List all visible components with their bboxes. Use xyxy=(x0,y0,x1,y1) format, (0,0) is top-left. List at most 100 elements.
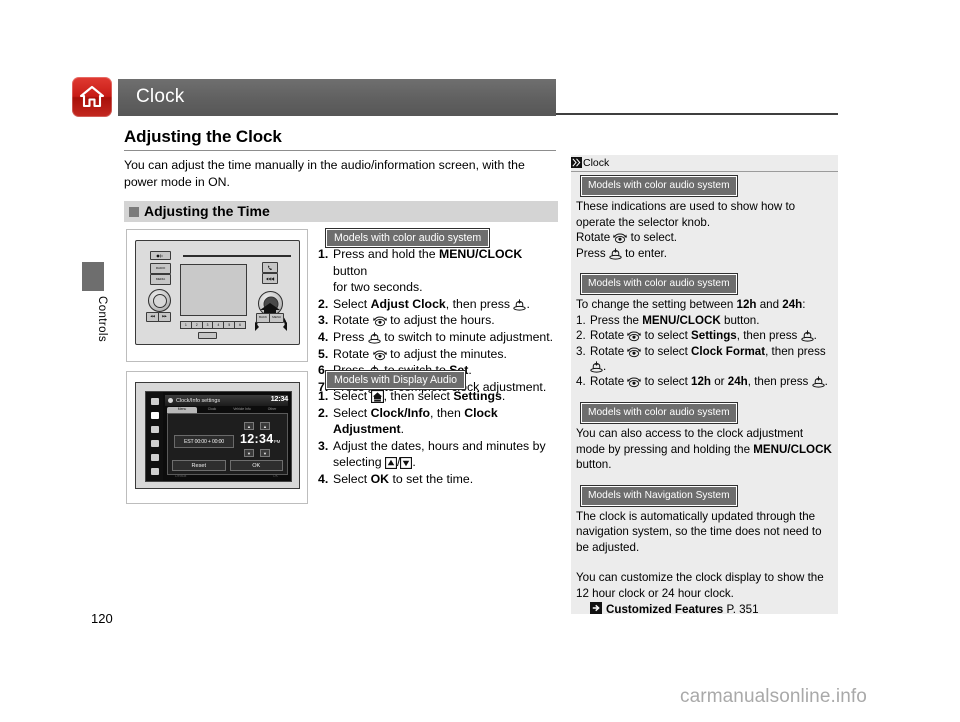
sidebar-paragraph: These indications are used to show how t… xyxy=(576,200,796,229)
menu-clock-button: MENU xyxy=(269,313,284,323)
display-audio-titlebar: Clock/Info settings xyxy=(165,395,288,406)
step-text: Rotate to select 12h or 24h, then press … xyxy=(590,375,828,389)
sidebar-paragraph: To change the setting between 12h and 24… xyxy=(576,298,806,312)
time-display: 12:34 xyxy=(240,432,274,446)
step-item: 4. Press to switch to minute adjustment. xyxy=(318,329,558,346)
display-audio-screen: Clock/Info settings 12:34 Menu Clock Veh… xyxy=(145,391,292,482)
press-knob-icon xyxy=(590,361,603,373)
step-item: 2. Select Clock/Info, then Clock xyxy=(318,405,558,422)
model-tag-color-audio: Models with color audio system xyxy=(326,229,490,247)
title-rule xyxy=(124,150,556,151)
step-number: 5. xyxy=(318,346,329,361)
step-text: Rotate to adjust the minutes. xyxy=(333,346,507,361)
step-text: Press and hold the MENU/CLOCK button xyxy=(333,247,523,278)
step-text: Select , then select Settings. xyxy=(333,389,506,403)
track-button xyxy=(262,273,278,284)
sidebar-paragraph: You can also access to the clock adjustm… xyxy=(576,427,832,472)
step-item: 3. Rotate to adjust the hours. xyxy=(318,312,558,329)
back-button: BACK xyxy=(256,313,270,323)
rotate-knob-icon xyxy=(627,347,642,357)
step-number: 1. xyxy=(318,247,329,261)
phone-button xyxy=(262,262,278,273)
step-number: 3. xyxy=(318,313,329,328)
sidebar-content: Models with color audio system These ind… xyxy=(576,176,834,630)
step-text-continuation: for two seconds. xyxy=(333,280,423,295)
page-number: 120 xyxy=(91,611,113,626)
cross-reference[interactable]: Customized Features P. 351 xyxy=(590,601,834,617)
display-audio-icon-strip xyxy=(146,392,163,481)
sidebar-step: 3. Rotate to select Clock Format, then p… xyxy=(576,344,834,375)
section-tab-marker xyxy=(82,262,104,291)
volume-icon xyxy=(150,426,159,434)
subsection-heading-label: Adjusting the Time xyxy=(144,203,270,219)
press-knob-icon xyxy=(811,376,825,389)
underbar-default-label: Default xyxy=(175,474,187,478)
chapter-title: Clock xyxy=(136,86,185,107)
rotate-knob-icon xyxy=(627,378,642,388)
step-number: 3. xyxy=(576,344,586,358)
time-ampm: PM xyxy=(274,439,281,444)
step-text: Rotate to select Settings, then press . xyxy=(590,329,817,343)
model-tag-display-audio: Models with Display Audio xyxy=(326,371,466,389)
step-text: Press to switch to minute adjustment. xyxy=(333,329,554,344)
sidebar-block: Models with color audio system These ind… xyxy=(576,176,834,261)
minute-down-arrow-icon: ▼ xyxy=(260,449,270,457)
jump-arrow-icon xyxy=(590,601,602,614)
up-arrow-icon xyxy=(384,457,397,470)
home-icon xyxy=(150,412,159,420)
sidebar-paragraph: Rotate to select. xyxy=(576,231,678,245)
sidebar-header-title: Clock xyxy=(583,156,610,169)
volume-knob-center xyxy=(152,293,167,308)
home-icon-badge[interactable] xyxy=(72,77,112,117)
sidebar-paragraph: Press to enter. xyxy=(576,246,667,260)
media-button: MEDIA xyxy=(150,274,171,285)
step-number: 1. xyxy=(576,313,586,327)
step-item: 5. Rotate to adjust the minutes. xyxy=(318,346,558,363)
radio-button: RADIO xyxy=(150,263,171,274)
seek-next-button: ▶▶ xyxy=(158,312,171,322)
sidebar-block: Models with color audio system You can a… xyxy=(576,402,834,473)
volume-knob xyxy=(148,289,171,312)
chapter-header-bar: Clock xyxy=(118,79,556,116)
rotate-knob-icon xyxy=(613,233,628,244)
model-tag: Models with color audio system xyxy=(581,176,737,197)
step-item: 1. Select , then select Settings. xyxy=(318,388,558,405)
rotate-knob-icon xyxy=(372,316,387,327)
display-audio-bezel: Clock/Info settings 12:34 Menu Clock Veh… xyxy=(135,382,300,489)
step-text: Rotate to select Clock Format, then pres… xyxy=(590,344,826,374)
home-icon xyxy=(370,390,384,403)
step-text: Select Clock/Info, then Clock xyxy=(333,405,498,420)
press-knob-icon xyxy=(800,330,814,342)
hour-up-arrow-icon: ▲ xyxy=(244,422,254,430)
figure-display-audio: Clock/Info settings 12:34 Menu Clock Veh… xyxy=(126,371,308,504)
sidebar-block: Models with Navigation System The clock … xyxy=(576,485,834,618)
step-number: 2. xyxy=(318,405,329,420)
step-number: 1. xyxy=(318,389,329,403)
sidebar-header-rule xyxy=(571,171,838,172)
cross-reference-page: P. 351 xyxy=(726,602,759,616)
head-unit-display xyxy=(180,264,247,316)
display-audio-clock: 12:34 xyxy=(270,394,289,403)
figure-head-unit: RADIO MEDIA ◀◀ ▶▶ 1 2 3 4 5 6 BACK MENU xyxy=(126,229,308,362)
step-number: 2. xyxy=(318,296,329,311)
camera-icon xyxy=(150,439,159,447)
step-text-continuation: selecting / . xyxy=(333,455,416,470)
header-rule xyxy=(556,113,838,115)
cross-reference-label: Customized Features xyxy=(606,602,724,616)
bullet-square-icon xyxy=(129,207,139,217)
display-audio-title: Clock/Info settings xyxy=(176,397,221,404)
step-number: 4. xyxy=(576,375,586,389)
sidebar-paragraph: The clock is automatically updated throu… xyxy=(576,509,822,554)
model-tag: Models with color audio system xyxy=(581,402,737,424)
head-unit-body: RADIO MEDIA ◀◀ ▶▶ 1 2 3 4 5 6 BACK MENU xyxy=(135,240,300,345)
steps-display-audio: 1. Select , then select Settings. 2. Sel… xyxy=(318,388,558,488)
dialog-button-row: Reset OK xyxy=(172,460,283,471)
display-audio-underbar: Default OK xyxy=(165,474,288,480)
step-number: 2. xyxy=(576,329,586,343)
model-tag: Models with color audio system xyxy=(581,274,737,295)
back-icon xyxy=(168,398,173,403)
model-tag: Models with Navigation System xyxy=(581,485,737,506)
audio-icon xyxy=(150,398,159,406)
preset-button-row: 1 2 3 4 5 6 xyxy=(180,321,246,329)
